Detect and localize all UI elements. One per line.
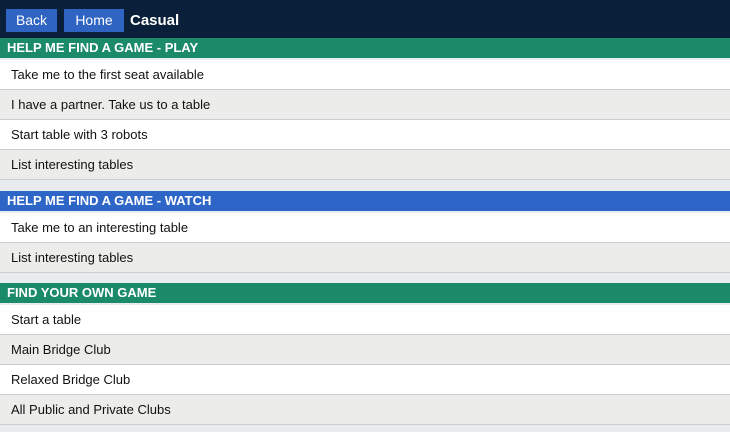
back-button[interactable]: Back — [6, 9, 57, 32]
menu-item-list-tables-watch[interactable]: List interesting tables — [0, 243, 730, 273]
menu-item-relaxed-bridge-club[interactable]: Relaxed Bridge Club — [0, 365, 730, 395]
page-title: Casual — [130, 12, 180, 29]
home-button[interactable]: Home — [64, 9, 124, 32]
section-header-play: HELP ME FIND A GAME - PLAY — [0, 38, 730, 58]
section-header-watch: HELP ME FIND A GAME - WATCH — [0, 191, 730, 211]
menu-item-main-bridge-club[interactable]: Main Bridge Club — [0, 335, 730, 365]
section-header-find: FIND YOUR OWN GAME — [0, 283, 730, 303]
menu-item-start-table[interactable]: Start a table — [0, 305, 730, 335]
menu-item-first-seat[interactable]: Take me to the first seat available — [0, 60, 730, 90]
menu-item-interesting-table[interactable]: Take me to an interesting table — [0, 213, 730, 243]
menu-item-all-clubs[interactable]: All Public and Private Clubs — [0, 395, 730, 425]
menu-item-robots-table[interactable]: Start table with 3 robots — [0, 120, 730, 150]
top-bar: Back Home Casual — [0, 0, 730, 38]
menu-item-list-tables-play[interactable]: List interesting tables — [0, 150, 730, 180]
menu-item-partner-table[interactable]: I have a partner. Take us to a table — [0, 90, 730, 120]
